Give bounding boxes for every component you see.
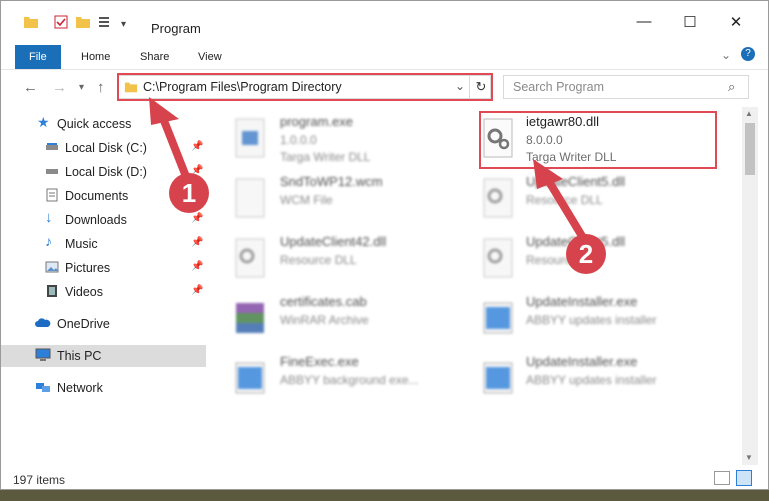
- folder-icon: [24, 17, 38, 28]
- file-item[interactable]: UpdateClient5.dll Resource DLL: [460, 171, 700, 225]
- tab-view[interactable]: View: [186, 45, 234, 69]
- explorer-window: ▾ Program — ☐ ✕ File Home Share View ⌄ ?…: [0, 0, 769, 490]
- file-item[interactable]: SndToWP12.wcm WCM File: [208, 171, 448, 225]
- pictures-icon: [45, 261, 59, 273]
- forward-icon[interactable]: →: [52, 79, 67, 96]
- navigation-pane: ★ Quick access Local Disk (C:) 📌 Local D…: [1, 107, 206, 465]
- file-icon: [235, 178, 265, 218]
- file-item[interactable]: FineExec.exe ABBYY background exe...: [208, 351, 448, 405]
- close-button[interactable]: ✕: [713, 13, 759, 43]
- pin-icon[interactable]: 📌: [191, 261, 203, 272]
- file-name: certificates.cab: [280, 294, 367, 309]
- dll-gear-icon: [483, 238, 513, 278]
- file-type: WCM File: [280, 193, 333, 207]
- search-input[interactable]: Search Program ⌕: [503, 75, 749, 99]
- dll-gear-icon: [235, 238, 265, 278]
- drive-icon: [46, 143, 58, 150]
- address-bar-highlight: [117, 73, 493, 101]
- pin-icon[interactable]: 📌: [191, 285, 203, 296]
- exe-file-icon: [235, 118, 265, 158]
- item-count: 197 items: [13, 473, 66, 487]
- status-bar: 197 items: [1, 465, 768, 489]
- sidebar-item-downloads[interactable]: ↓ Downloads 📌: [1, 209, 206, 231]
- file-highlight: [479, 111, 717, 169]
- step-marker-1: 1: [169, 173, 209, 213]
- customize-toolbar-icon[interactable]: [98, 14, 114, 30]
- file-version: 1.0.0.0: [280, 133, 317, 147]
- star-icon: ★: [37, 114, 50, 130]
- new-folder-icon[interactable]: [75, 14, 91, 30]
- network-icon: [36, 383, 50, 392]
- sidebar-item-local-disk-c[interactable]: Local Disk (C:) 📌: [1, 137, 206, 159]
- sidebar-item-network[interactable]: Network: [1, 377, 206, 399]
- documents-icon: [46, 188, 58, 202]
- expand-ribbon-icon[interactable]: ⌄: [721, 48, 731, 62]
- download-icon: ↓: [45, 209, 53, 226]
- archive-icon: [236, 303, 264, 333]
- tab-home[interactable]: Home: [69, 45, 122, 69]
- scrollbar-thumb[interactable]: [745, 123, 755, 175]
- file-name: FineExec.exe: [280, 354, 359, 369]
- scroll-up-icon[interactable]: ▲: [745, 109, 753, 118]
- search-icon[interactable]: ⌕: [728, 79, 735, 95]
- file-item[interactable]: program.exe 1.0.0.0 Targa Writer DLL: [208, 111, 448, 165]
- recent-locations-icon[interactable]: ▾: [79, 82, 84, 93]
- file-item[interactable]: UpdateClient42.dll Resource DLL: [208, 231, 448, 285]
- cloud-icon: [35, 318, 51, 327]
- details-view-icon[interactable]: [714, 471, 730, 485]
- file-type: ABBYY background exe...: [280, 373, 419, 387]
- back-icon[interactable]: ←: [23, 79, 38, 96]
- computer-icon: [35, 348, 51, 361]
- large-icons-view-icon[interactable]: [736, 470, 752, 486]
- up-icon[interactable]: ↑: [97, 79, 105, 96]
- file-description: Targa Writer DLL: [280, 150, 371, 164]
- vertical-scrollbar[interactable]: ▲ ▼: [742, 107, 758, 465]
- properties-icon[interactable]: [53, 14, 69, 30]
- file-name: SndToWP12.wcm: [280, 174, 383, 189]
- file-name: UpdateClient5.dll: [526, 174, 626, 189]
- sidebar-item-onedrive[interactable]: OneDrive: [1, 313, 206, 335]
- sidebar-item-music[interactable]: ♪ Music 📌: [1, 233, 206, 255]
- sidebar-item-pictures[interactable]: Pictures 📌: [1, 257, 206, 279]
- music-icon: ♪: [45, 233, 52, 249]
- file-type: ABBYY updates installer: [526, 373, 657, 387]
- toolbar-dropdown-icon[interactable]: ▾: [121, 19, 126, 30]
- file-item[interactable]: UpdateInstaller.exe ABBYY updates instal…: [460, 351, 700, 405]
- step-marker-2: 2: [566, 234, 606, 274]
- exe-file-icon: [235, 362, 265, 394]
- videos-icon: [47, 285, 57, 297]
- file-name: UpdateInstaller.exe: [526, 294, 638, 309]
- file-name: UpdateInstaller.exe: [526, 354, 638, 369]
- maximize-button[interactable]: ☐: [667, 13, 713, 43]
- drive-icon: [46, 169, 58, 174]
- search-placeholder: Search Program: [513, 80, 605, 94]
- ribbon-tabs: File Home Share View ⌄ ?: [1, 45, 768, 69]
- tab-file[interactable]: File: [15, 45, 61, 69]
- file-item[interactable]: certificates.cab WinRAR Archive: [208, 291, 448, 345]
- file-type: Resource DLL: [526, 193, 603, 207]
- file-name: program.exe: [280, 114, 353, 129]
- sidebar-item-videos[interactable]: Videos 📌: [1, 281, 206, 303]
- file-item[interactable]: UpdateInstaller.exe ABBYY updates instal…: [460, 291, 700, 345]
- sidebar-item-quick-access[interactable]: ★ Quick access: [1, 113, 206, 135]
- pin-icon[interactable]: 📌: [191, 213, 203, 224]
- file-type: Resource DLL: [280, 253, 357, 267]
- exe-file-icon: [483, 302, 513, 334]
- minimize-button[interactable]: —: [621, 13, 667, 43]
- pin-icon[interactable]: 📌: [191, 237, 203, 248]
- scroll-down-icon[interactable]: ▼: [745, 453, 753, 462]
- help-icon[interactable]: ?: [741, 47, 755, 61]
- exe-file-icon: [483, 362, 513, 394]
- file-name: UpdateClient42.dll: [280, 234, 387, 249]
- dll-gear-icon: [483, 178, 513, 218]
- window-title: Program: [151, 21, 201, 36]
- tab-share[interactable]: Share: [128, 45, 181, 69]
- pin-icon[interactable]: 📌: [191, 141, 203, 152]
- file-type: ABBYY updates installer: [526, 313, 657, 327]
- file-type: WinRAR Archive: [280, 313, 369, 327]
- title-bar: ▾ Program — ☐ ✕: [1, 1, 768, 41]
- sidebar-item-this-pc[interactable]: This PC: [1, 345, 206, 367]
